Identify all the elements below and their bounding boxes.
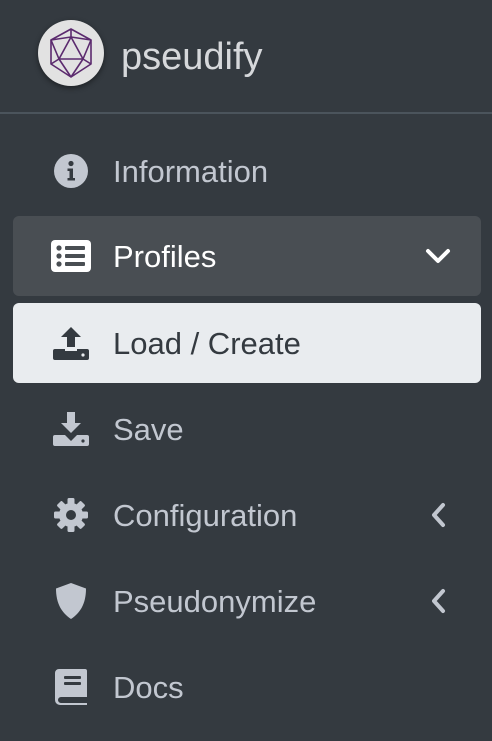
sidebar-item-label: Information [113, 154, 269, 189]
sidebar-item-configuration[interactable]: Configuration [13, 475, 481, 555]
upload-icon [51, 325, 91, 361]
sidebar-item-load-create[interactable]: Load / Create [13, 303, 481, 383]
sidebar-item-label: Configuration [113, 498, 298, 533]
sidebar-item-label: Docs [113, 670, 184, 705]
sidebar-item-label: Pseudonymize [113, 584, 317, 619]
list-alt-icon [51, 238, 91, 274]
polyhedron-logo-icon [38, 20, 104, 86]
chevron-left-icon[interactable] [423, 499, 453, 531]
shield-icon [51, 583, 91, 619]
sidebar-item-label: Profiles [113, 239, 217, 274]
sidebar-item-profiles[interactable]: Profiles [13, 216, 481, 296]
sidebar-item-label: Save [113, 412, 184, 447]
brand-name[interactable]: pseudify [121, 34, 263, 80]
brand-header[interactable]: pseudify [0, 0, 492, 114]
sidebar-item-label: Load / Create [113, 326, 301, 361]
gear-icon [51, 497, 91, 533]
sidebar-item-docs[interactable]: Docs [13, 647, 481, 727]
sidebar-item-information[interactable]: Information [13, 131, 481, 211]
sidebar-item-save[interactable]: Save [13, 389, 481, 469]
chevron-left-icon[interactable] [423, 585, 453, 617]
chevron-down-icon[interactable] [423, 240, 453, 272]
sidebar-item-pseudonymize[interactable]: Pseudonymize [13, 561, 481, 641]
info-circle-icon [51, 153, 91, 189]
download-icon [51, 411, 91, 447]
book-icon [51, 669, 91, 705]
